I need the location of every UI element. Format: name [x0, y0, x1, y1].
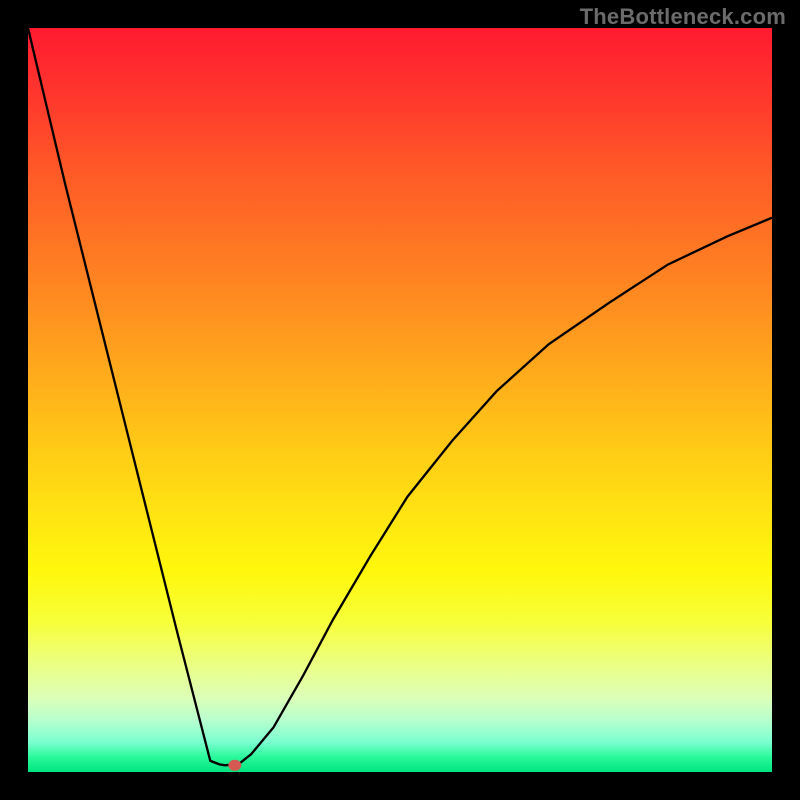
bottleneck-marker [228, 760, 241, 771]
bottleneck-curve [28, 28, 772, 765]
watermark-text: TheBottleneck.com [580, 4, 786, 30]
curve-bottom-flat [210, 761, 220, 765]
curve-layer [28, 28, 772, 772]
chart-frame: TheBottleneck.com [0, 0, 800, 800]
plot-area [28, 28, 772, 772]
